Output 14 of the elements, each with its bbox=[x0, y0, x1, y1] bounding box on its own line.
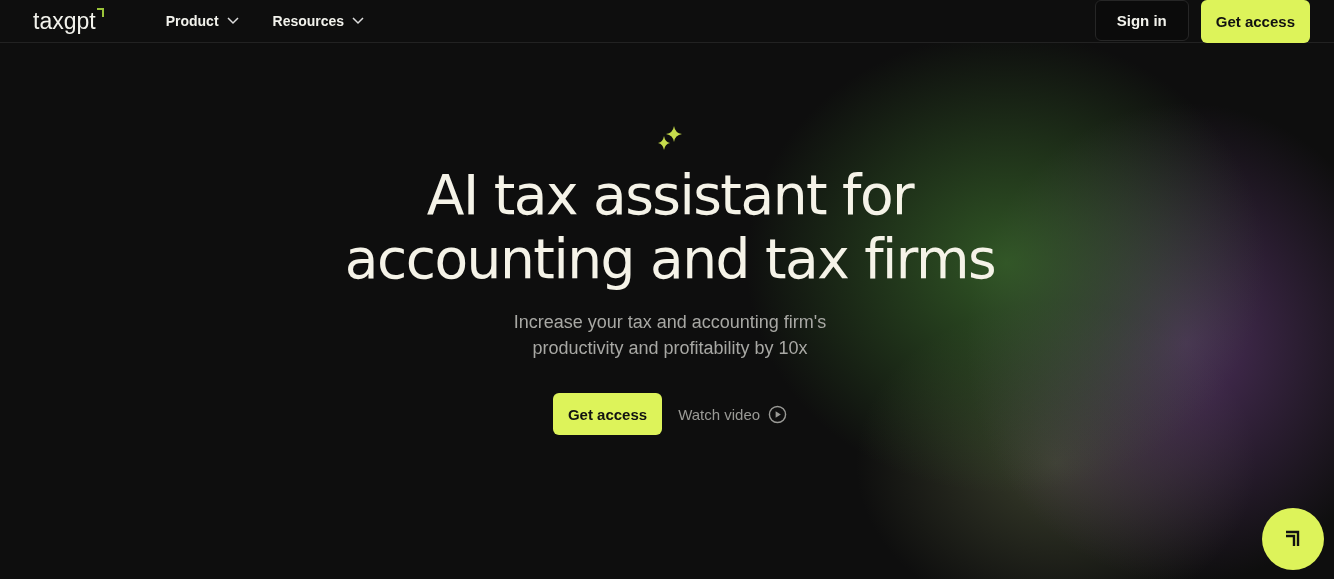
corner-arrow-icon bbox=[1284, 530, 1302, 548]
nav-menu-item[interactable]: Resources bbox=[272, 13, 365, 29]
logo[interactable]: taxgpt bbox=[33, 7, 104, 35]
watch-video-link[interactable]: Watch video bbox=[678, 404, 788, 424]
logo-mark-icon bbox=[96, 7, 104, 17]
get-access-button[interactable]: Get access bbox=[552, 393, 663, 435]
nav-menu-item[interactable]: Product bbox=[165, 13, 239, 29]
get-access-button[interactable]: Get access bbox=[1200, 0, 1310, 43]
hero-title: AI tax assistant for accounting and tax firms bbox=[344, 163, 996, 291]
chevron-down-icon bbox=[352, 17, 365, 25]
hero-subtitle: Increase your tax and accounting firm's productivity and profitability by 10x bbox=[513, 311, 827, 360]
chevron-down-icon bbox=[226, 17, 239, 25]
play-icon bbox=[768, 404, 788, 424]
sign-in-button[interactable]: Sign in bbox=[1094, 0, 1189, 41]
